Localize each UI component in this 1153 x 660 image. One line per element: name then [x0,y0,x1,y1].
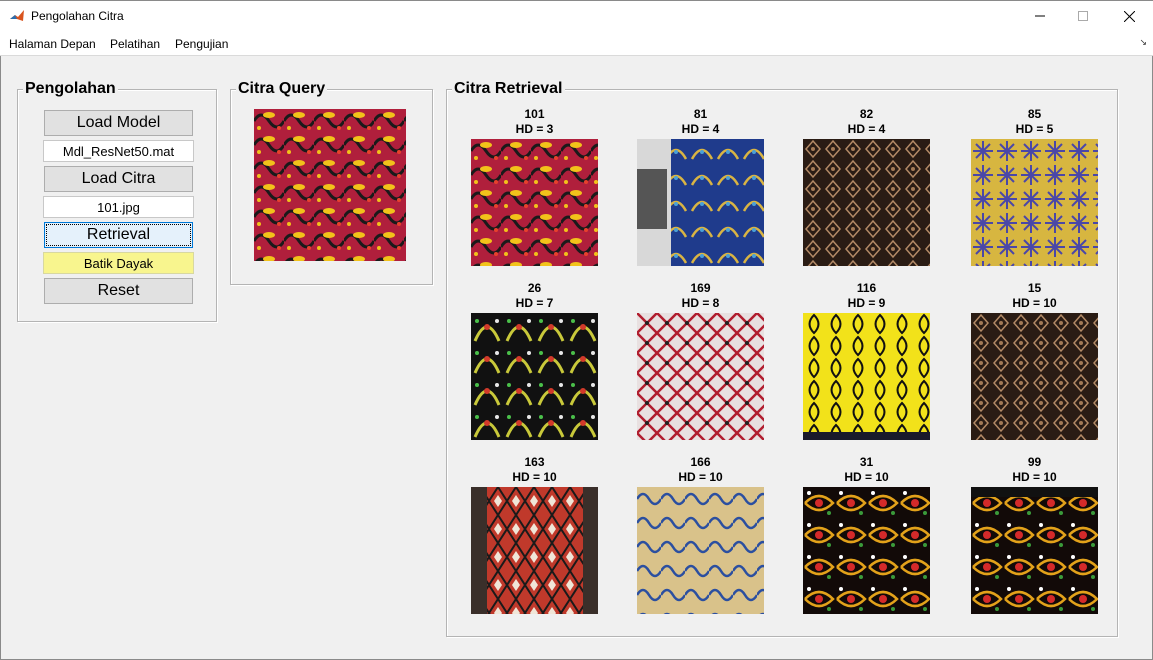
citra-retrieval-title: Citra Retrieval [452,80,565,98]
result-hd: HD = 8 [681,296,720,310]
result-id: 31 [859,455,874,469]
pengolahan-title: Pengolahan [23,80,118,98]
result-id: 85 [1027,107,1042,121]
result-cell: 169 HD = 8 [637,281,764,440]
menu-pelatihan[interactable]: Pelatihan [110,37,160,51]
result-image [637,313,764,440]
result-id: 99 [1027,455,1042,469]
result-id: 163 [524,455,545,469]
result-hd: HD = 4 [847,122,886,136]
result-cell: 163 HD = 10 [471,455,598,614]
result-cell: 15 HD = 10 [971,281,1098,440]
retrieval-button[interactable]: Retrieval [44,222,193,248]
minimize-button[interactable] [1017,1,1063,31]
result-id: 101 [524,107,545,121]
query-image [254,109,406,261]
menu-pengujian[interactable]: Pengujian [175,37,228,51]
result-hd: HD = 9 [847,296,886,310]
result-image [971,139,1098,266]
result-hd: HD = 10 [512,470,557,484]
result-hd: HD = 10 [1012,470,1057,484]
citra-retrieval-panel: Citra Retrieval 101 HD = 3 81 HD = 4 82 … [446,80,1118,637]
model-file-field: Mdl_ResNet50.mat [43,140,194,162]
result-image [471,139,598,266]
result-id: 26 [527,281,542,295]
result-image [803,139,930,266]
result-cell: 26 HD = 7 [471,281,598,440]
pengolahan-panel: Pengolahan Load Model Mdl_ResNet50.mat L… [17,80,217,322]
close-icon [1123,10,1135,22]
result-id: 116 [856,281,877,295]
load-citra-button[interactable]: Load Citra [44,166,193,192]
menu-bar: Halaman Depan Pelatihan Pengujian ↘ [0,31,1153,56]
result-cell: 101 HD = 3 [471,107,598,266]
result-image [471,487,598,614]
matlab-icon [9,8,25,24]
result-id: 169 [690,281,711,295]
result-cell: 116 HD = 9 [803,281,930,440]
result-hd: HD = 7 [515,296,554,310]
result-image [803,487,930,614]
reset-button[interactable]: Reset [44,278,193,304]
result-hd: HD = 10 [1012,296,1057,310]
window-title: Pengolahan Citra [31,9,124,23]
result-id: 82 [859,107,874,121]
close-button[interactable] [1106,1,1152,31]
result-image [971,313,1098,440]
result-hd: HD = 4 [681,122,720,136]
result-image [803,313,930,440]
result-cell: 82 HD = 4 [803,107,930,266]
result-cell: 31 HD = 10 [803,455,930,614]
result-image [971,487,1098,614]
result-cell: 99 HD = 10 [971,455,1098,614]
maximize-button[interactable] [1060,1,1106,31]
citra-query-title: Citra Query [236,80,328,98]
load-model-button[interactable]: Load Model [44,110,193,136]
result-class-field: Batik Dayak [43,252,194,274]
citra-query-panel: Citra Query [230,80,433,285]
maximize-icon [1078,11,1088,21]
result-id: 81 [693,107,708,121]
minimize-icon [1035,15,1045,17]
menu-halaman-depan[interactable]: Halaman Depan [9,37,96,51]
result-image [471,313,598,440]
toolbar-toggle-icon[interactable]: ↘ [1139,37,1147,48]
result-id: 166 [690,455,711,469]
result-hd: HD = 10 [844,470,889,484]
result-cell: 81 HD = 4 [637,107,764,266]
result-id: 15 [1027,281,1042,295]
window-titlebar: Pengolahan Citra [0,0,1153,31]
result-hd: HD = 3 [515,122,554,136]
result-image [637,139,764,266]
result-hd: HD = 10 [678,470,723,484]
result-image [637,487,764,614]
image-file-field: 101.jpg [43,196,194,218]
result-cell: 85 HD = 5 [971,107,1098,266]
result-hd: HD = 5 [1015,122,1054,136]
result-cell: 166 HD = 10 [637,455,764,614]
